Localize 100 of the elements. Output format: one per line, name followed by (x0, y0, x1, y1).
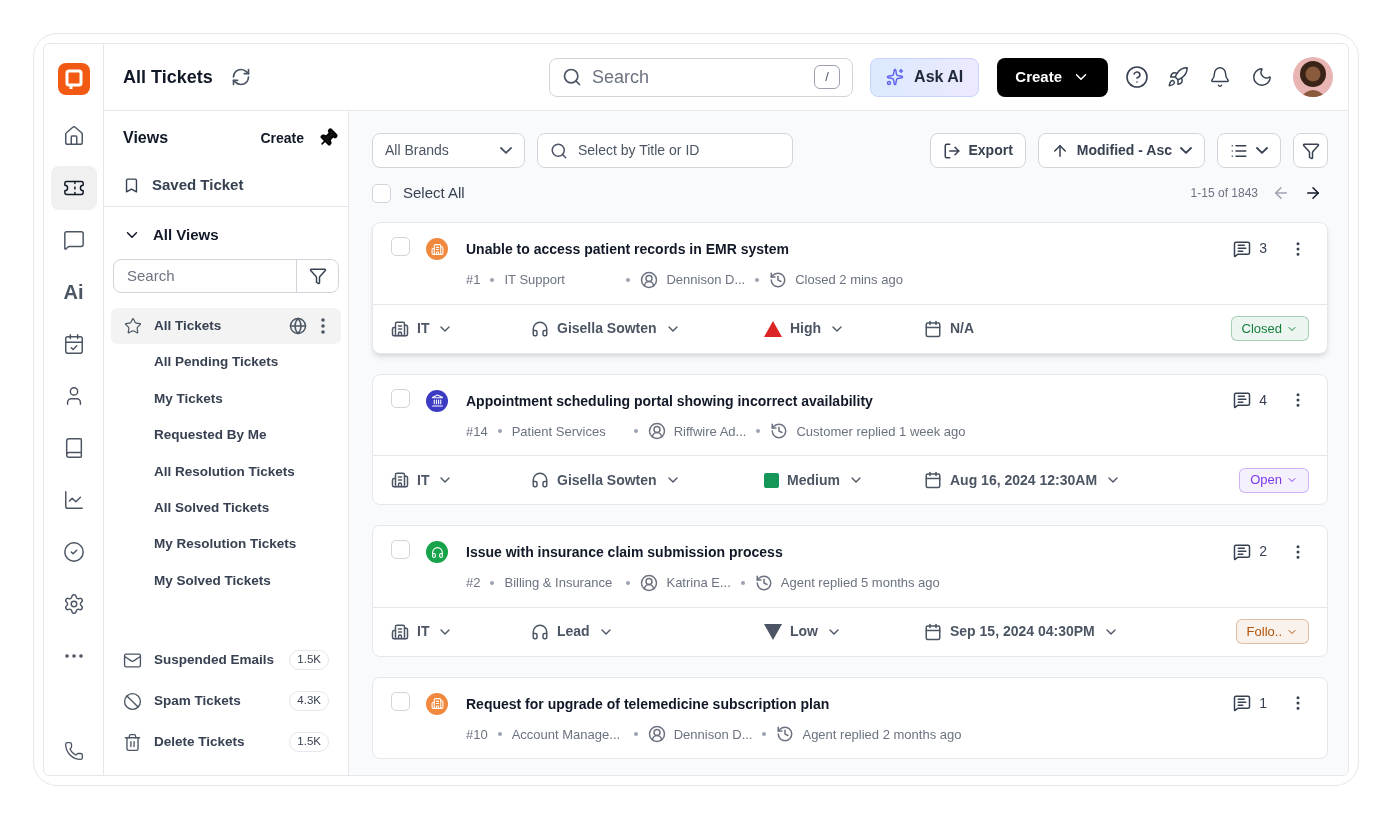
clock-icon (769, 270, 788, 289)
rocket-icon[interactable] (1167, 66, 1189, 88)
department-dropdown[interactable]: IT (391, 621, 531, 642)
ticket-team: Account Manage... (511, 725, 622, 744)
export-button[interactable]: Export (929, 133, 1026, 168)
saved-ticket-item[interactable]: Saved Ticket (104, 165, 348, 207)
ticket-nav-item[interactable] (50, 166, 97, 210)
ticket-requester: Riffwire Ad... (673, 422, 747, 441)
calendar-check-icon (62, 333, 85, 355)
due-date[interactable]: Sep 15, 2024 04:30PM (924, 621, 1119, 642)
due-date[interactable]: Aug 16, 2024 12:30AM (924, 469, 1122, 491)
status-dropdown[interactable]: Open (1239, 467, 1309, 493)
priority-dropdown[interactable]: Low (790, 621, 842, 642)
comment-count: 4 (1259, 390, 1267, 410)
refresh-icon[interactable] (230, 67, 251, 87)
view-item[interactable]: My Tickets (111, 380, 341, 418)
ticket-number: #14 (466, 422, 488, 441)
avatar[interactable] (1293, 57, 1333, 97)
status-dropdown[interactable]: Closed (1230, 316, 1309, 341)
due-date[interactable]: N/A (924, 318, 975, 339)
folder-item[interactable]: Delete Tickets 1.5K (123, 727, 329, 757)
ticket-checkbox[interactable] (391, 540, 410, 559)
view-item[interactable]: Requested By Me (111, 417, 341, 454)
more-icon[interactable] (321, 318, 325, 335)
list-view-button[interactable] (1217, 133, 1281, 168)
headphones-icon (531, 471, 549, 489)
separator-dot (633, 429, 638, 434)
ticket-card[interactable]: Appointment scheduling portal showing incorrect availability #14 Patient Services Riffwire Ad... Customer replied 1 week ago 4 IT Gisella Sowten Medium Aug 16, 2024 12:30AM Open (372, 373, 1328, 505)
folder-item[interactable]: Spam Tickets 4.3K (123, 686, 329, 716)
notification-icon[interactable] (1209, 66, 1231, 88)
ticket-card[interactable]: Unable to access patient records in EMR system #1 IT Support Dennison D... Closed 2 mins ago 3 IT Gisella Sowten High N/A Closed (372, 222, 1328, 354)
filter-button[interactable] (1293, 133, 1328, 168)
ticket-activity: Customer replied 1 week ago (796, 422, 966, 441)
create-button[interactable]: Create (997, 57, 1108, 97)
folder-item[interactable]: Suspended Emails 1.5K (123, 645, 329, 675)
priority-dropdown[interactable]: High (790, 318, 846, 339)
ticket-title[interactable]: Appointment scheduling portal showing incorrect availability (466, 388, 1234, 413)
logo-icon (57, 63, 90, 95)
ticket-requester: Katrina E... (666, 574, 731, 592)
chevron-down-icon (1256, 146, 1268, 155)
ticket-checkbox[interactable] (391, 237, 410, 256)
ticket-checkbox[interactable] (391, 691, 410, 711)
help-icon[interactable] (1125, 65, 1149, 89)
agent-dropdown[interactable]: Gisella Sowten (531, 469, 764, 491)
ticket-team: Billing & Insurance (504, 574, 614, 592)
chat-icon (62, 229, 85, 251)
page-title: All Tickets (123, 65, 213, 89)
separator-dot (762, 732, 767, 737)
view-item[interactable]: All Tickets (111, 308, 341, 345)
next-page-icon[interactable] (1304, 184, 1322, 202)
view-item[interactable]: My Resolution Tickets (111, 526, 341, 563)
separator-dot (490, 580, 495, 585)
ticket-title[interactable]: Request for upgrade of telemedicine subscription plan (466, 691, 1234, 716)
title-search-field[interactable]: Select by Title or ID (537, 133, 793, 168)
create-view-button[interactable]: Create (260, 127, 304, 149)
ai-nav-item[interactable]: Ai (50, 270, 97, 314)
comment-icon (1233, 542, 1252, 561)
user-circle-icon (640, 270, 659, 289)
phone-icon[interactable] (63, 741, 84, 761)
view-item[interactable]: All Resolution Tickets (111, 453, 341, 490)
headphones-icon (531, 319, 549, 338)
ticket-card[interactable]: Request for upgrade of telemedicine subscription plan #10 Account Manage... Dennison D... Agent replied 2 months ago 1 (372, 676, 1328, 759)
ticket-title[interactable]: Issue with insurance claim submission process (466, 540, 1234, 564)
sparkles-icon (886, 68, 905, 86)
comment-icon (1233, 239, 1252, 258)
brands-dropdown[interactable]: All Brands (372, 133, 525, 168)
view-item[interactable]: All Pending Tickets (111, 344, 341, 381)
view-item[interactable]: All Solved Tickets (111, 489, 341, 527)
ask-ai-button[interactable]: Ask AI (870, 57, 980, 97)
settings-icon (62, 593, 85, 615)
clock-icon (770, 422, 789, 441)
more-icon (64, 654, 83, 658)
priority-dropdown[interactable]: Medium (787, 469, 864, 491)
search-field[interactable]: Search / (549, 57, 854, 97)
ticket-checkbox[interactable] (391, 388, 410, 408)
user-circle-icon (647, 725, 666, 744)
status-dropdown[interactable]: Follo.. (1235, 619, 1309, 644)
moon-icon[interactable] (1251, 66, 1273, 88)
separator-dot (497, 429, 502, 434)
ticket-title[interactable]: Unable to access patient records in EMR system (466, 237, 1234, 261)
view-item[interactable]: My Solved Tickets (111, 562, 341, 600)
trash-icon (123, 732, 142, 752)
agent-dropdown[interactable]: Gisella Sowten (531, 318, 764, 339)
separator-dot (755, 277, 760, 282)
chevron-down-icon (500, 146, 512, 155)
department-dropdown[interactable]: IT (391, 318, 531, 339)
all-views-toggle[interactable]: All Views (104, 211, 348, 259)
filter-icon (1301, 141, 1320, 160)
comment-icon (1233, 391, 1252, 409)
calendar-icon (924, 471, 942, 489)
sort-button[interactable]: Modified - Asc (1037, 133, 1205, 168)
separator-dot (633, 732, 638, 737)
ticket-card[interactable]: Issue with insurance claim submission process #2 Billing & Insurance Katrina E... Agent replied 5 months ago 2 IT Lead Low Sep 15, 2024 04:30PM Follo.. (372, 525, 1328, 657)
separator-dot (490, 277, 495, 282)
department-dropdown[interactable]: IT (391, 469, 531, 491)
comment-icon (1233, 694, 1252, 712)
ticket-requester: Dennison D... (666, 271, 746, 289)
agent-dropdown[interactable]: Lead (531, 621, 764, 642)
select-all-checkbox[interactable] (372, 183, 391, 203)
user-circle-icon (647, 422, 666, 441)
